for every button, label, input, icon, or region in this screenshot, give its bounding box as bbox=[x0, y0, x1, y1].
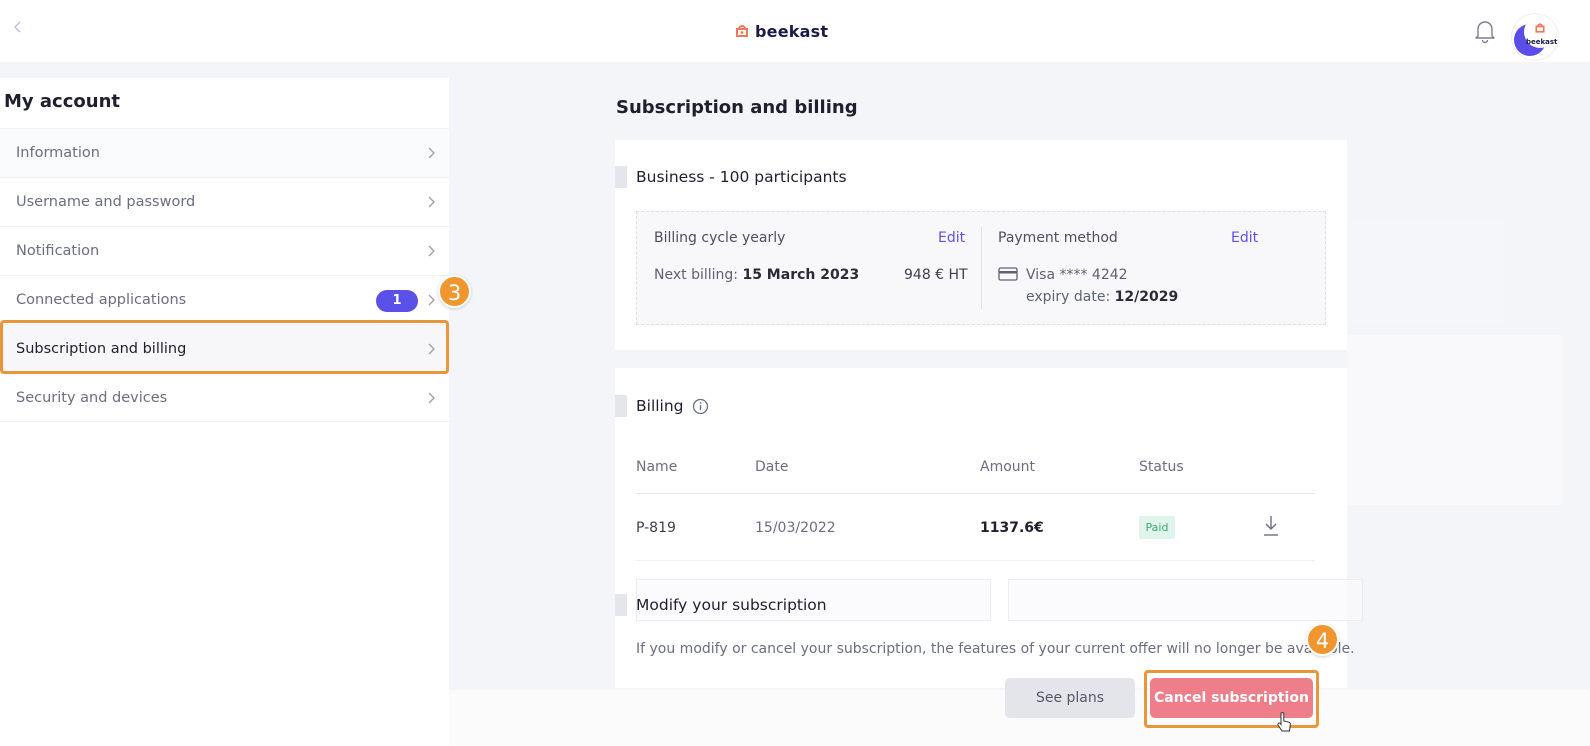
step-marker-3: 3 bbox=[438, 275, 471, 308]
chevron-right-icon bbox=[428, 294, 435, 306]
chevron-right-icon bbox=[428, 392, 435, 404]
table-row-divider bbox=[636, 560, 1315, 561]
expiry-label: expiry date: bbox=[1026, 289, 1111, 305]
sidebar-item-connected-applications[interactable]: Connected applications 1 bbox=[0, 275, 449, 324]
column-header-date: Date bbox=[755, 459, 789, 475]
chevron-right-icon bbox=[428, 245, 435, 257]
avatar-label: beekast bbox=[1526, 38, 1558, 46]
invoice-date: 15/03/2022 bbox=[755, 520, 836, 536]
credit-card-icon bbox=[998, 267, 1018, 281]
sidebar-item-label: Notification bbox=[16, 243, 100, 259]
sidebar-item-label: Information bbox=[16, 145, 100, 161]
column-header-name: Name bbox=[636, 459, 678, 475]
edit-payment-method-link[interactable]: Edit bbox=[1231, 230, 1258, 246]
sidebar-title: My account bbox=[4, 91, 120, 112]
status-badge: Paid bbox=[1139, 516, 1175, 539]
card-expiry: expiry date: 12/2029 bbox=[1026, 289, 1178, 305]
background-ghost-input bbox=[1008, 579, 1363, 621]
invoice-amount: 1137.6€ bbox=[980, 520, 1044, 536]
step-marker-4: 4 bbox=[1306, 623, 1339, 656]
modify-title: Modify your subscription bbox=[636, 596, 827, 614]
count-badge: 1 bbox=[376, 290, 418, 312]
brand-name: beekast bbox=[755, 21, 829, 41]
invoice-name: P-819 bbox=[636, 520, 676, 536]
sidebar-item-label: Subscription and billing bbox=[16, 341, 187, 357]
billing-title: Billing bbox=[636, 397, 684, 415]
next-billing-date: 15 March 2023 bbox=[742, 267, 860, 283]
hand-cursor-icon bbox=[1277, 712, 1291, 732]
sidebar-item-label: Username and password bbox=[16, 194, 196, 210]
page-title: Subscription and billing bbox=[616, 97, 858, 118]
background-ghost-panel bbox=[1347, 335, 1563, 505]
top-bar: beekast beekast bbox=[0, 0, 1590, 62]
table-header-divider bbox=[636, 493, 1315, 494]
column-header-status: Status bbox=[1139, 459, 1184, 475]
edit-billing-cycle-link[interactable]: Edit bbox=[938, 230, 965, 246]
notifications-button[interactable] bbox=[1474, 18, 1498, 44]
plan-title: Business - 100 participants bbox=[636, 168, 847, 186]
see-plans-button[interactable]: See plans bbox=[1005, 678, 1135, 718]
chevron-right-icon bbox=[428, 147, 435, 159]
account-sidebar: My account Information Username and pass… bbox=[0, 78, 449, 746]
beekast-logo-icon bbox=[736, 25, 748, 37]
sidebar-item-security-devices[interactable]: Security and devices bbox=[0, 373, 449, 422]
next-billing-text: Next billing: 15 March 2023 bbox=[654, 267, 859, 283]
sidebar-item-subscription-billing[interactable]: Subscription and billing bbox=[0, 324, 449, 373]
background-ghost-panel bbox=[1347, 220, 1503, 324]
section-accent-bar bbox=[615, 594, 627, 616]
download-icon[interactable] bbox=[1261, 514, 1281, 538]
details-divider bbox=[981, 227, 982, 309]
sidebar-item-label: Security and devices bbox=[16, 389, 168, 406]
plan-price: 948 € HT bbox=[904, 267, 968, 283]
payment-method-label: Payment method bbox=[998, 230, 1118, 246]
card-number: Visa **** 4242 bbox=[1026, 267, 1128, 283]
chevron-left-icon bbox=[14, 21, 21, 33]
sidebar-menu: Information Username and password Notifi… bbox=[0, 128, 449, 422]
expiry-value: 12/2029 bbox=[1114, 289, 1179, 305]
modify-description: If you modify or cancel your subscriptio… bbox=[636, 641, 1355, 657]
bell-icon bbox=[1475, 21, 1495, 44]
chevron-right-icon bbox=[428, 343, 435, 355]
info-icon[interactable] bbox=[692, 398, 709, 415]
beekast-logo-icon bbox=[1535, 23, 1545, 33]
sidebar-item-notification[interactable]: Notification bbox=[0, 226, 449, 275]
section-accent-bar bbox=[615, 166, 627, 188]
user-avatar[interactable]: beekast bbox=[1512, 14, 1558, 60]
column-header-amount: Amount bbox=[980, 459, 1036, 475]
sidebar-item-information[interactable]: Information bbox=[0, 128, 449, 177]
chevron-right-icon bbox=[428, 196, 435, 208]
section-accent-bar bbox=[615, 395, 627, 417]
sidebar-item-label: Connected applications bbox=[16, 292, 187, 308]
brand-logo[interactable]: beekast bbox=[734, 19, 828, 43]
billing-cycle-label: Billing cycle yearly bbox=[654, 230, 786, 246]
back-button[interactable] bbox=[8, 18, 28, 42]
next-billing-label: Next billing: bbox=[654, 267, 738, 283]
sidebar-item-username-password[interactable]: Username and password bbox=[0, 177, 449, 226]
